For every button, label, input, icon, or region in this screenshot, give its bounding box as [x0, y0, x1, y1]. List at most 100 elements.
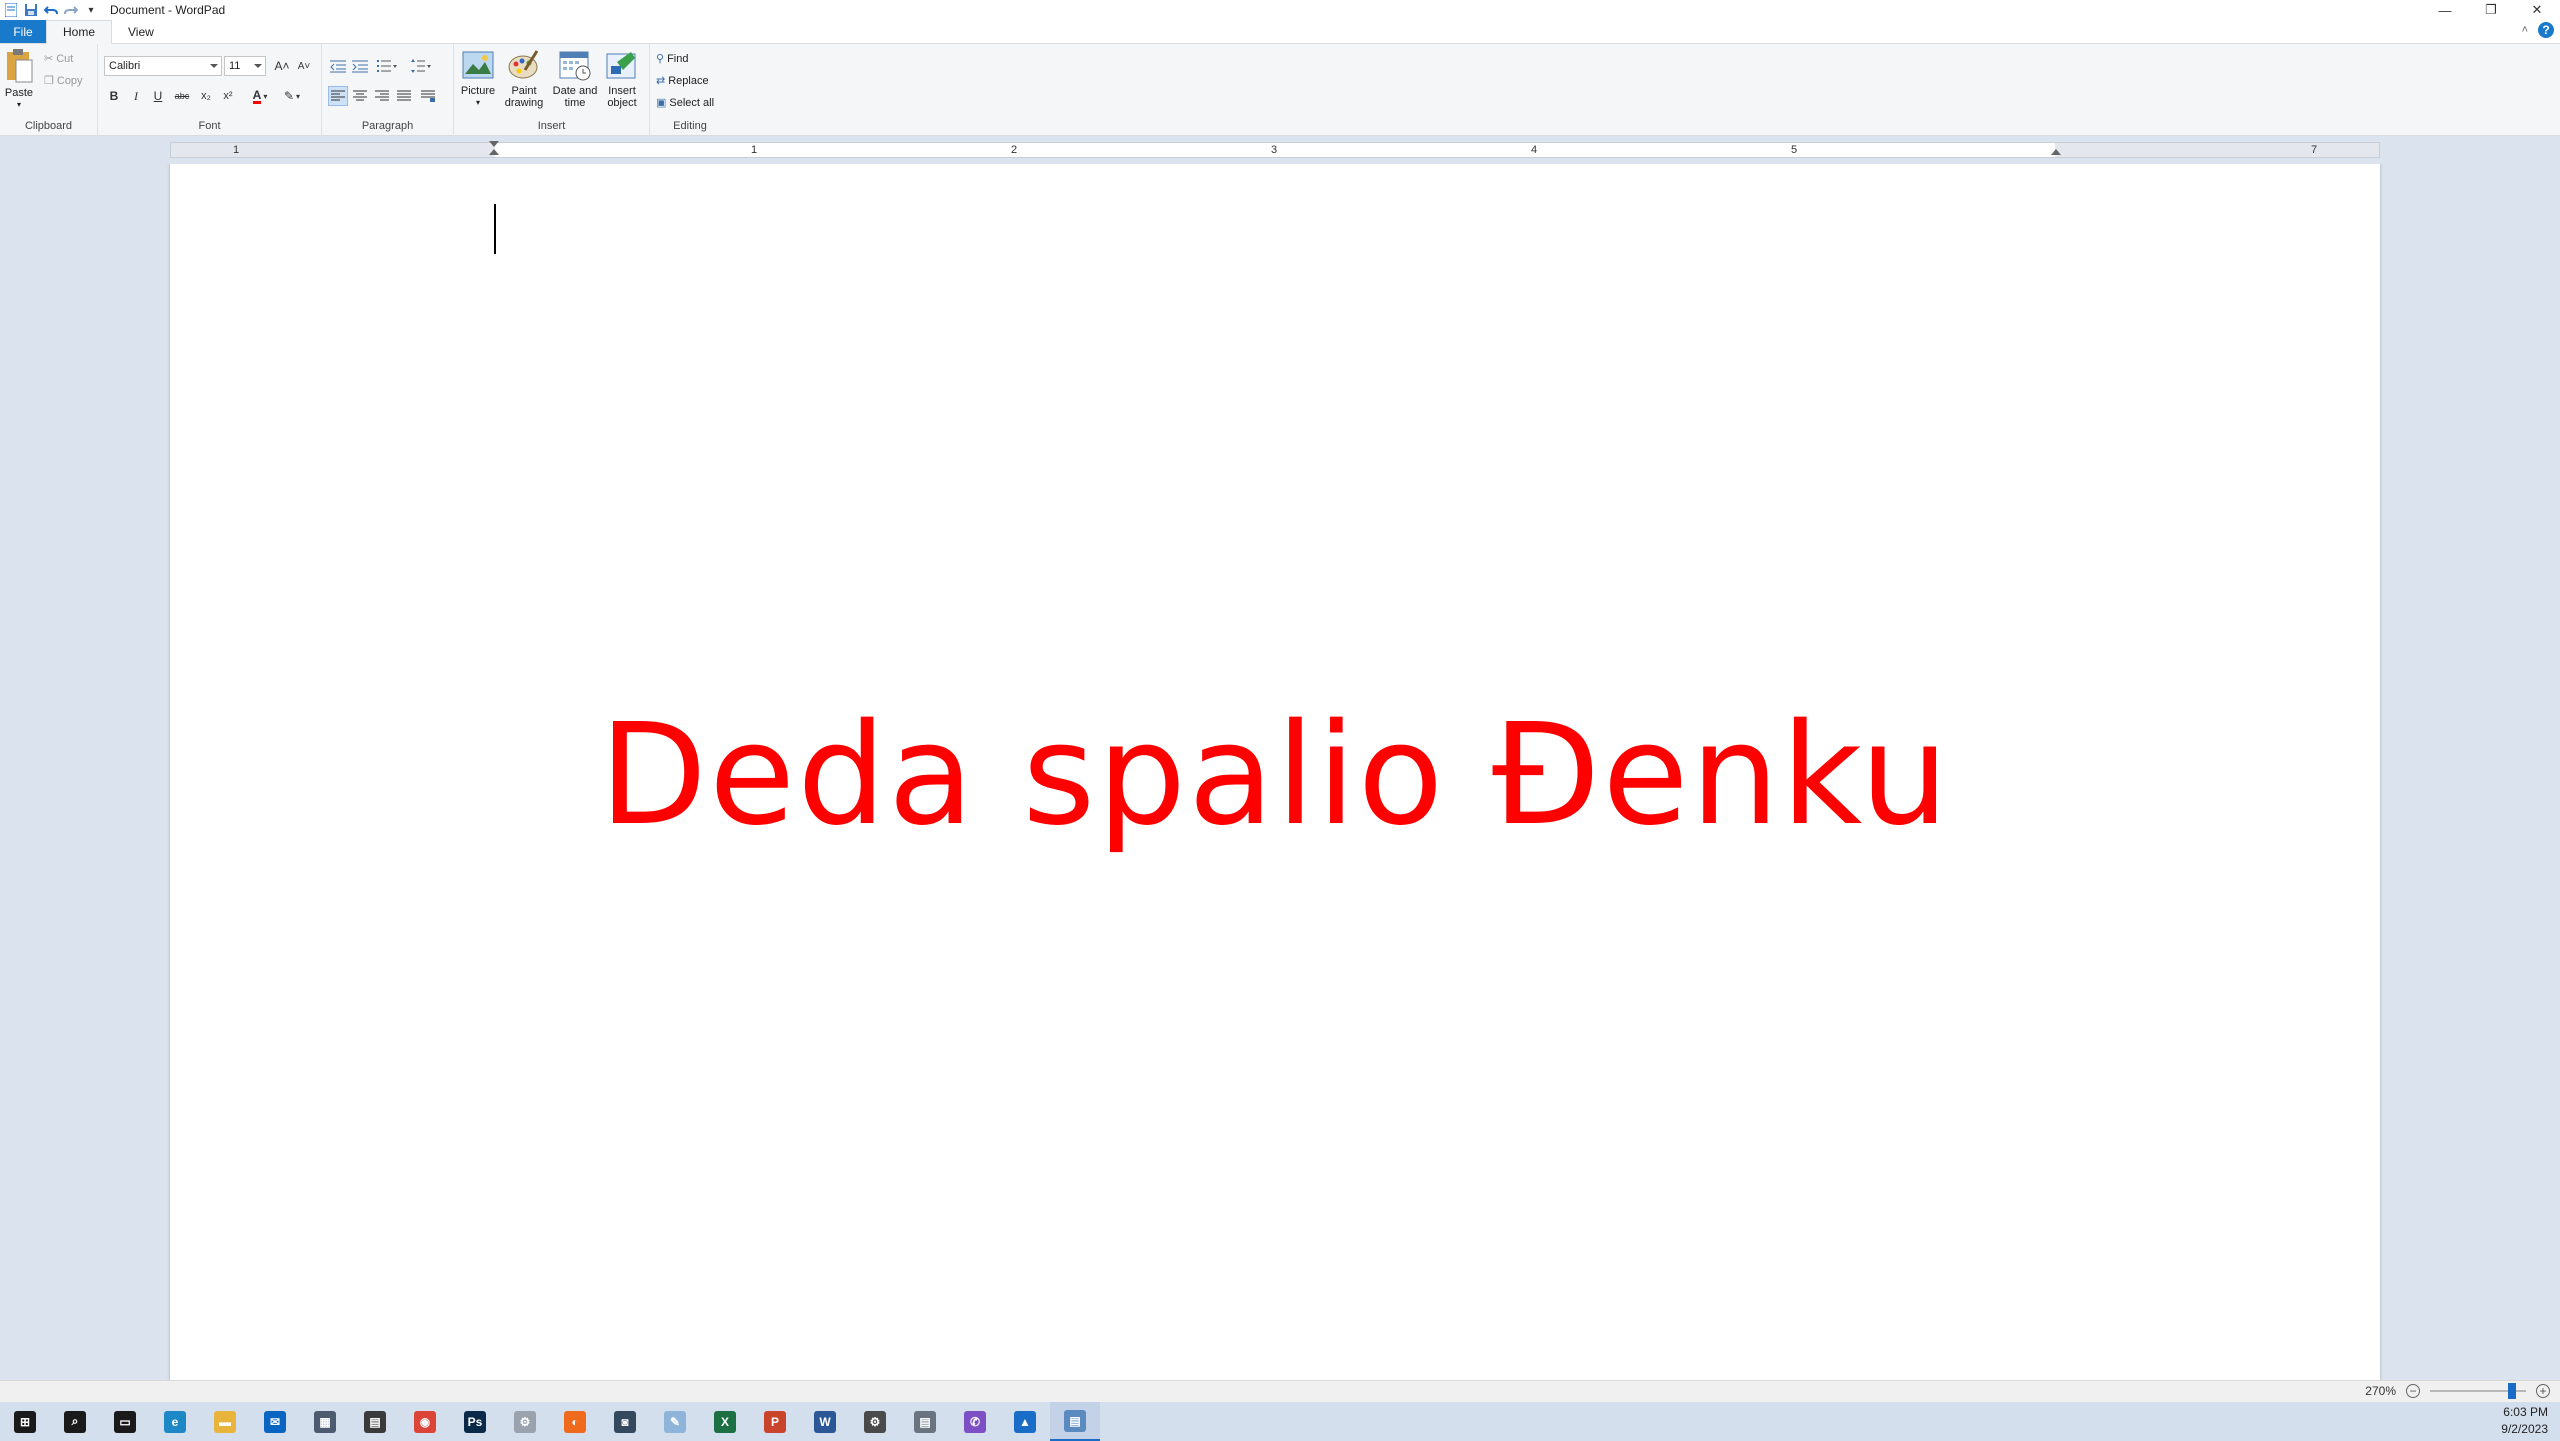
- taskbar-file-explorer-button[interactable]: ▬: [200, 1402, 250, 1441]
- underline-button[interactable]: U: [148, 86, 168, 106]
- redo-icon[interactable]: [62, 1, 80, 19]
- help-area: ˄ ?: [2522, 22, 2554, 38]
- minimize-button[interactable]: —: [2422, 0, 2468, 20]
- tab-file[interactable]: File: [0, 20, 46, 43]
- taskbar-search-button[interactable]: ⌕: [50, 1402, 100, 1441]
- justify-icon[interactable]: [394, 86, 414, 106]
- subscript-button[interactable]: x₂: [196, 86, 216, 106]
- taskbar-camera-app-button[interactable]: ◙: [600, 1402, 650, 1441]
- replace-label: Replace: [668, 74, 709, 87]
- tab-view[interactable]: View: [112, 20, 170, 43]
- taskbar-word-button[interactable]: W: [800, 1402, 850, 1441]
- binoculars-icon: ⚲: [656, 53, 665, 65]
- taskbar-photoshop-button[interactable]: Ps: [450, 1402, 500, 1441]
- select-all-button[interactable]: ▣ Select all: [656, 96, 714, 110]
- mail-icon: ✉: [264, 1410, 286, 1433]
- taskbar-edge-button[interactable]: e: [150, 1402, 200, 1441]
- taskbar-photos-button[interactable]: ▲: [1000, 1402, 1050, 1441]
- undo-icon[interactable]: [42, 1, 60, 19]
- insert-object-button[interactable]: Insert object: [600, 48, 644, 109]
- taskbar-excel-button[interactable]: X: [700, 1402, 750, 1441]
- calculator-icon: ▦: [314, 1410, 336, 1433]
- copy-button[interactable]: ❐ Copy: [44, 74, 83, 88]
- strikethrough-button[interactable]: abc: [172, 86, 192, 106]
- document-text[interactable]: Deda spalio Đenku: [170, 694, 2380, 857]
- find-button[interactable]: ⚲ Find: [656, 52, 688, 66]
- date-and-time-label: Date and time: [552, 85, 598, 109]
- taskbar-app-gray-button[interactable]: ⚙: [500, 1402, 550, 1441]
- hanging-indent-marker[interactable]: [489, 149, 499, 155]
- paste-button[interactable]: Paste ▾: [0, 48, 38, 111]
- align-right-icon[interactable]: [372, 86, 392, 106]
- wordpad-app-icon[interactable]: [2, 1, 20, 19]
- collapse-ribbon-chevron-icon[interactable]: ˄: [2522, 24, 2528, 36]
- taskbar-clipchamp-button[interactable]: ▤: [350, 1402, 400, 1441]
- zoom-in-button[interactable]: +: [2536, 1384, 2550, 1398]
- tab-home[interactable]: Home: [46, 20, 113, 44]
- paragraph-group-label: Paragraph: [361, 120, 414, 132]
- font-size-select[interactable]: 11: [224, 56, 266, 76]
- start-icon: ⊞: [14, 1410, 36, 1433]
- highlighter-icon: ✎: [283, 89, 295, 103]
- first-line-indent-marker[interactable]: [489, 141, 499, 147]
- taskbar-chrome-button[interactable]: ◉: [400, 1402, 450, 1441]
- date-and-time-button[interactable]: Date and time: [550, 48, 600, 109]
- align-left-icon[interactable]: [328, 86, 348, 106]
- insert-object-icon: [605, 48, 639, 82]
- zoom-out-button[interactable]: −: [2406, 1384, 2420, 1398]
- document-page[interactable]: Deda spalio Đenku: [170, 164, 2380, 1380]
- taskbar-calculator-button[interactable]: ▦: [300, 1402, 350, 1441]
- clipchamp-icon: ▤: [364, 1410, 386, 1433]
- align-center-icon[interactable]: [350, 86, 370, 106]
- picture-button[interactable]: Picture ▾: [456, 48, 500, 109]
- edge-icon: e: [164, 1410, 186, 1433]
- decrease-indent-icon[interactable]: [328, 56, 348, 76]
- ruler-right-margin: [2055, 143, 2379, 157]
- font-group: Calibri 11 A˄ A˅ B I U abc x₂ x² A ▾ ✎ ▾…: [98, 44, 322, 136]
- horizontal-ruler[interactable]: 1 1 2 3 4 5 7: [170, 141, 2380, 158]
- clipboard-group: Paste ▾ ✂ Cut ❐ Copy Clipboard: [0, 44, 98, 136]
- ruler-number: 1: [233, 144, 240, 156]
- superscript-button[interactable]: x²: [218, 86, 238, 106]
- taskbar-viber-button[interactable]: ✆: [950, 1402, 1000, 1441]
- task-view-icon: ▭: [114, 1410, 136, 1433]
- search-icon: ⌕: [64, 1410, 86, 1433]
- taskbar-task-view-button[interactable]: ▭: [100, 1402, 150, 1441]
- replace-button[interactable]: ⇄ Replace: [656, 74, 709, 88]
- help-icon[interactable]: ?: [2538, 22, 2554, 38]
- taskbar-start-button[interactable]: ⊞: [0, 1402, 50, 1441]
- picture-icon: [461, 48, 495, 82]
- taskbar-mail-button[interactable]: ✉: [250, 1402, 300, 1441]
- highlight-color-button[interactable]: ✎ ▾: [278, 86, 306, 106]
- bullets-list-icon[interactable]: [374, 56, 402, 76]
- bold-button[interactable]: B: [104, 86, 124, 106]
- line-spacing-icon[interactable]: [408, 56, 436, 76]
- paste-label: Paste: [4, 87, 34, 99]
- grow-font-button[interactable]: A˄: [272, 56, 292, 76]
- cut-button[interactable]: ✂ Cut: [44, 52, 73, 66]
- zoom-slider[interactable]: [2430, 1383, 2526, 1399]
- taskbar-firefox-button[interactable]: ◐: [550, 1402, 600, 1441]
- taskbar-settings-button[interactable]: ⚙: [850, 1402, 900, 1441]
- paragraph-dialog-icon[interactable]: [418, 86, 438, 106]
- settings-icon: ⚙: [864, 1410, 886, 1433]
- increase-indent-icon[interactable]: [350, 56, 370, 76]
- close-button[interactable]: ✕: [2514, 0, 2560, 20]
- font-family-select[interactable]: Calibri: [104, 56, 222, 76]
- taskbar-wordpad-button[interactable]: ▤: [1050, 1402, 1100, 1441]
- right-indent-marker[interactable]: [2051, 149, 2061, 155]
- taskbar-printer-button[interactable]: ▤: [900, 1402, 950, 1441]
- restore-button[interactable]: ❐: [2468, 0, 2514, 20]
- save-icon[interactable]: [22, 1, 40, 19]
- taskbar-paint-button[interactable]: ✎: [650, 1402, 700, 1441]
- insert-group-label: Insert: [537, 120, 566, 132]
- paint-drawing-button[interactable]: Paint drawing: [502, 48, 546, 109]
- zoom-slider-thumb[interactable]: [2507, 1383, 2516, 1399]
- text-color-button[interactable]: A ▾: [246, 86, 274, 106]
- italic-button[interactable]: I: [126, 86, 146, 106]
- system-clock[interactable]: 6:03 PM 9/2/2023: [2501, 1404, 2548, 1438]
- status-bar: 270% − +: [0, 1380, 2560, 1402]
- taskbar-powerpoint-button[interactable]: P: [750, 1402, 800, 1441]
- shrink-font-button[interactable]: A˅: [294, 56, 314, 76]
- customize-qat-chevron-icon[interactable]: ▾: [82, 1, 100, 19]
